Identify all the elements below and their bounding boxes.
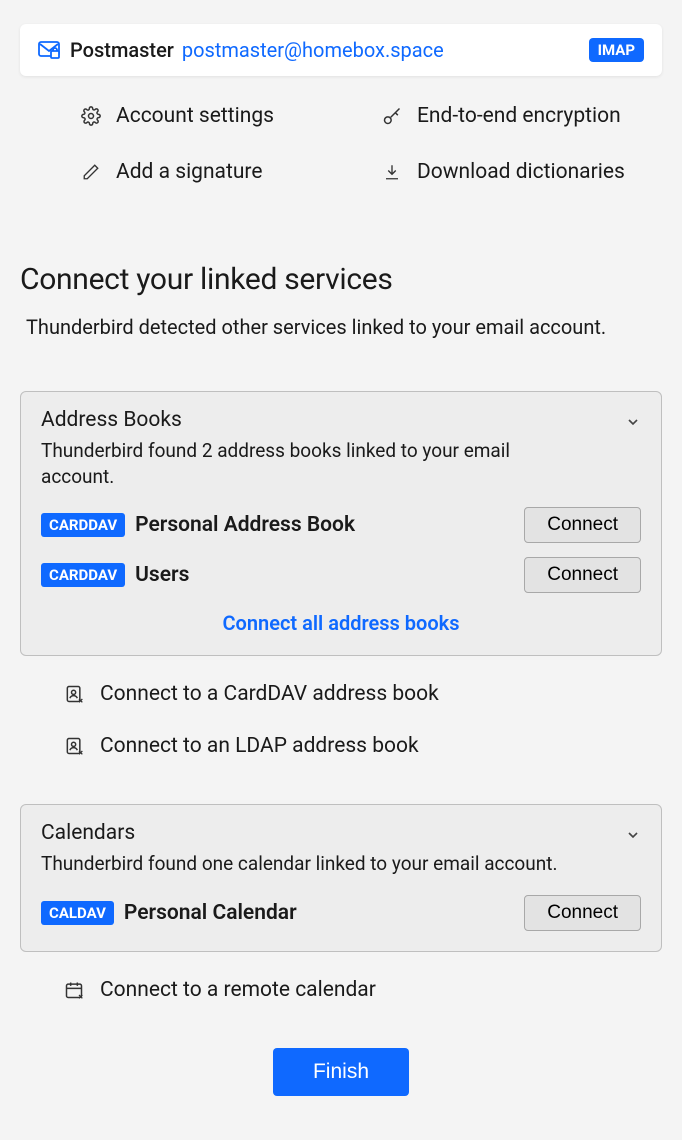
key-icon (381, 106, 403, 126)
address-books-title: Address Books (41, 408, 641, 432)
connect-all-row: Connect all address books (41, 611, 641, 635)
connect-button[interactable]: Connect (524, 557, 641, 593)
mail-lock-icon (38, 41, 60, 59)
account-card: Postmaster postmaster@homebox.space IMAP (20, 24, 662, 76)
connect-button[interactable]: Connect (524, 507, 641, 543)
signature-label: Add a signature (116, 160, 263, 184)
account-email[interactable]: postmaster@homebox.space (182, 38, 444, 62)
address-book-row: CARDDAV Users Connect (41, 557, 641, 593)
gear-icon (80, 106, 102, 126)
carddav-badge: CARDDAV (41, 513, 125, 537)
calendars-desc: Thunderbird found one calendar linked to… (41, 851, 561, 877)
connect-carddav-label: Connect to a CardDAV address book (100, 682, 439, 706)
signature-link[interactable]: Add a signature (80, 160, 361, 184)
connect-ldap-link[interactable]: Connect to an LDAP address book (64, 734, 662, 758)
connect-carddav-link[interactable]: Connect to a CardDAV address book (64, 682, 662, 706)
pencil-icon (80, 163, 102, 181)
address-book-name: Users (135, 563, 189, 587)
chevron-down-icon[interactable] (625, 827, 641, 843)
account-name: Postmaster (70, 38, 174, 62)
connect-remote-calendar-label: Connect to a remote calendar (100, 978, 376, 1002)
calendar-row: CALDAV Personal Calendar Connect (41, 895, 641, 931)
caldav-badge: CALDAV (41, 901, 114, 925)
linked-services-subtitle: Thunderbird detected other services link… (26, 315, 662, 339)
address-book-icon (64, 736, 86, 756)
calendars-panel: Calendars Thunderbird found one calendar… (20, 804, 662, 952)
dictionaries-link[interactable]: Download dictionaries (381, 160, 662, 184)
download-icon (381, 163, 403, 181)
finish-button[interactable]: Finish (273, 1048, 409, 1096)
address-books-panel: Address Books Thunderbird found 2 addres… (20, 391, 662, 656)
connect-button[interactable]: Connect (524, 895, 641, 931)
calendar-name: Personal Calendar (124, 901, 297, 925)
finish-row: Finish (20, 1048, 662, 1096)
encryption-label: End-to-end encryption (417, 104, 621, 128)
account-settings-label: Account settings (116, 104, 274, 128)
address-book-icon (64, 684, 86, 704)
address-book-name: Personal Address Book (135, 513, 355, 537)
address-book-row: CARDDAV Personal Address Book Connect (41, 507, 641, 543)
connect-remote-calendar-link[interactable]: Connect to a remote calendar (64, 978, 662, 1002)
calendar-icon (64, 980, 86, 1000)
dictionaries-label: Download dictionaries (417, 160, 625, 184)
quick-actions: Account settings End-to-end encryption A… (80, 104, 662, 184)
account-settings-link[interactable]: Account settings (80, 104, 361, 128)
connect-all-address-books-link[interactable]: Connect all address books (222, 611, 459, 635)
carddav-badge: CARDDAV (41, 563, 125, 587)
encryption-link[interactable]: End-to-end encryption (381, 104, 662, 128)
linked-services-title: Connect your linked services (20, 262, 662, 297)
calendars-title: Calendars (41, 821, 641, 845)
connect-ldap-label: Connect to an LDAP address book (100, 734, 419, 758)
chevron-down-icon[interactable] (625, 414, 641, 430)
protocol-badge: IMAP (589, 38, 644, 62)
address-books-desc: Thunderbird found 2 address books linked… (41, 438, 561, 489)
